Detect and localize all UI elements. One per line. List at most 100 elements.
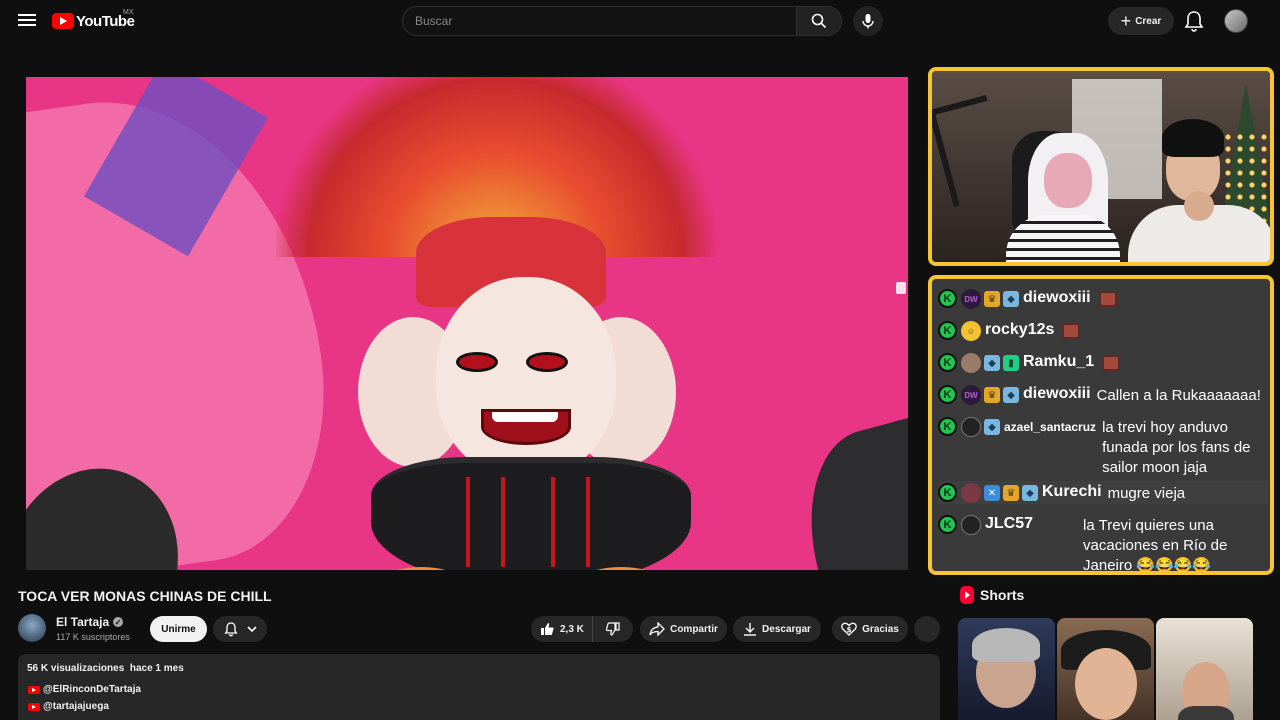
kick-badge-icon: K: [938, 289, 957, 308]
plus-icon: +: [1120, 11, 1132, 31]
notifications-button[interactable]: [1183, 9, 1205, 33]
microphone-icon: [862, 14, 874, 29]
menu-icon[interactable]: [16, 10, 38, 32]
shorts-header: Shorts: [960, 586, 1024, 604]
channel-name: El Tartaja: [56, 615, 110, 629]
notification-preferences-button[interactable]: [213, 616, 267, 642]
share-icon: [649, 622, 666, 636]
webcam-overlay: [928, 67, 1274, 266]
subscriber-badge-icon: ◆: [1003, 291, 1019, 307]
top-bar: YouTube MX + Crear: [0, 0, 1280, 42]
streamer-1: [1006, 133, 1120, 262]
chat-message: K ☺ rocky12s: [938, 319, 1268, 341]
short-thumbnail[interactable]: [1057, 618, 1154, 720]
download-button[interactable]: Descargar: [733, 616, 821, 642]
channel-link-text: @ElRinconDeTartaja: [43, 684, 141, 695]
subscriber-badge-icon: ◆: [1003, 387, 1019, 403]
short-thumbnail[interactable]: [958, 618, 1055, 720]
shorts-icon: [960, 586, 974, 604]
chat-message: K ✕ ♛ ◆ Kurechi mugre vieja: [938, 481, 1268, 504]
lock-icon: [896, 282, 906, 294]
kick-badge-icon: K: [938, 321, 957, 340]
country-code: MX: [123, 9, 134, 16]
crown-badge-icon: ♛: [984, 387, 1000, 403]
more-actions-button[interactable]: [914, 616, 940, 642]
channel-link-text: @tartajajuega: [43, 701, 109, 712]
chat-message: K DW ♛ ◆ diewoxiii: [938, 287, 1268, 309]
chevron-down-icon: [247, 626, 257, 633]
youtube-icon: [28, 685, 40, 694]
chat-text: la Trevi quieres una vacaciones en Río d…: [1083, 517, 1228, 574]
upload-date: hace 1 mes: [129, 663, 184, 674]
emote-icon: [1062, 323, 1081, 339]
short-thumbnail[interactable]: [1156, 618, 1253, 720]
join-button[interactable]: Unirme: [150, 616, 207, 642]
chat-text: Callen a la Rukaaaaaaa!: [1096, 387, 1261, 404]
search-button[interactable]: [796, 6, 842, 36]
bell-icon: [1184, 11, 1204, 32]
thumbs-down-icon: [606, 622, 620, 636]
create-button[interactable]: + Crear: [1108, 7, 1174, 35]
like-count: 2,3 K: [560, 623, 584, 635]
download-icon: [744, 623, 757, 636]
chat-username: Kurechi: [1042, 483, 1102, 500]
video-player[interactable]: [26, 77, 908, 570]
tools-badge-icon: ✕: [984, 485, 1000, 501]
kick-badge-icon: K: [938, 353, 957, 372]
verified-icon: ✓: [113, 617, 124, 627]
user-avatar: ☺: [961, 321, 981, 341]
user-avatar: [961, 483, 981, 503]
gift-badge-icon: ▮: [1003, 355, 1019, 371]
channel-link[interactable]: @tartajajuega: [28, 701, 109, 712]
chat-message: K ◆ ▮ Ramku_1: [938, 351, 1268, 373]
search-bar: [402, 6, 842, 36]
share-button[interactable]: Compartir: [640, 616, 727, 642]
kick-badge-icon: K: [938, 417, 957, 436]
download-label: Descargar: [762, 623, 811, 635]
chat-text: la trevi hoy anduvo funada por los fans …: [1102, 419, 1251, 476]
default-user-icon: [961, 417, 981, 437]
live-chat-overlay: K DW ♛ ◆ diewoxiii K ☺ rocky12s K ◆ ▮ Ra…: [928, 275, 1274, 575]
crown-badge-icon: ♛: [984, 291, 1000, 307]
kick-badge-icon: K: [938, 515, 957, 534]
shorts-title: Shorts: [980, 587, 1025, 603]
subscriber-badge-icon: ◆: [984, 419, 1000, 435]
thanks-label: Gracias: [862, 623, 899, 635]
view-count: 56 K visualizaciones: [27, 663, 125, 674]
chat-message: K ◆ azael_santacruz la trevi hoy anduvo …: [938, 415, 1268, 478]
search-icon: [811, 13, 827, 29]
video-title: TOCA VER MONAS CHINAS DE CHILL: [18, 588, 272, 604]
create-label: Crear: [1135, 15, 1162, 27]
view-count-and-date: 56 K visualizaciones hace 1 mes: [27, 663, 184, 674]
description-box[interactable]: 56 K visualizaciones hace 1 mes @ElRinco…: [18, 654, 940, 720]
chat-message: K JLC57 la Trevi quieres una vacaciones …: [938, 513, 1268, 574]
dislike-button[interactable]: [593, 616, 633, 642]
youtube-play-icon: [52, 13, 74, 29]
subscriber-count: 117 K suscriptores: [56, 632, 130, 642]
voice-search-button[interactable]: [853, 6, 883, 36]
user-avatar: DW: [961, 289, 981, 309]
chat-username: diewoxiii: [1023, 289, 1091, 306]
crown-badge-icon: ♛: [1003, 485, 1019, 501]
bell-icon: [224, 622, 238, 637]
chat-username: rocky12s: [985, 321, 1055, 338]
thumbs-up-icon: [541, 623, 554, 635]
channel-name-link[interactable]: El Tartaja ✓: [56, 615, 124, 629]
channel-link[interactable]: @ElRinconDeTartaja: [28, 684, 141, 695]
chat-message: K DW ♛ ◆ diewoxiii Callen a la Rukaaaaaa…: [938, 383, 1268, 406]
chat-text: mugre vieja: [1107, 485, 1186, 502]
search-input[interactable]: [402, 6, 796, 36]
streamer-2: [1122, 119, 1270, 262]
like-dislike-group: 2,3 K: [531, 616, 633, 642]
like-button[interactable]: 2,3 K: [531, 616, 593, 642]
emote-icon: [1098, 291, 1117, 307]
channel-avatar[interactable]: [18, 614, 46, 642]
emote-icon: [1102, 355, 1121, 371]
chat-username: JLC57: [985, 515, 1034, 532]
chat-username: Ramku_1: [1023, 353, 1095, 370]
user-avatar: DW: [961, 385, 981, 405]
thanks-button[interactable]: $ Gracias: [832, 616, 908, 642]
account-avatar[interactable]: [1224, 9, 1248, 33]
chat-username: diewoxiii: [1023, 385, 1091, 402]
kick-badge-icon: K: [938, 483, 957, 502]
